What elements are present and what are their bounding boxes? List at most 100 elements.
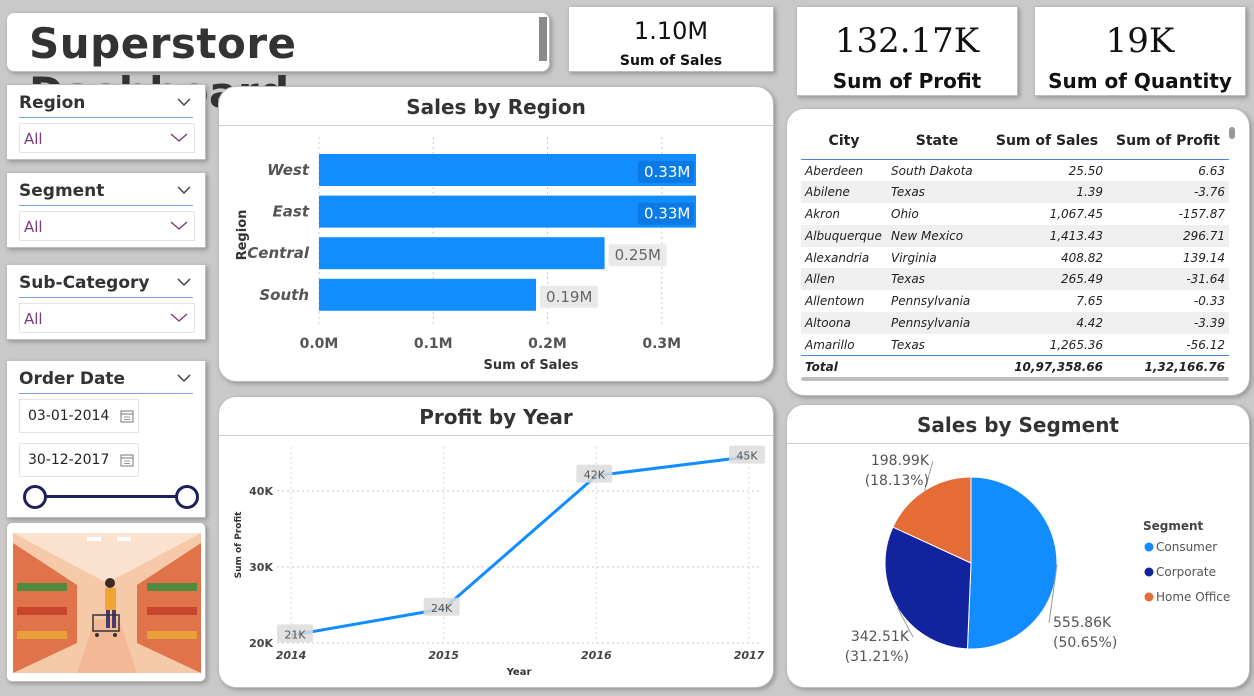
column-header-state[interactable]: State	[887, 129, 987, 160]
bar-central[interactable]	[319, 237, 605, 270]
x-tick-label: 2016	[581, 649, 612, 662]
calendar-icon[interactable]	[120, 453, 134, 467]
table-cell-city: Aberdeen	[805, 163, 864, 178]
table-row[interactable]: Amarillo Texas 1,265.36 -56.12	[801, 334, 1229, 356]
calendar-icon[interactable]	[120, 409, 134, 423]
city-state-table[interactable]: City State Sum of Sales Sum of Profit Ab…	[786, 108, 1250, 396]
slice-value-label: 555.86K	[1053, 615, 1112, 631]
kpi-sales-label: Sum of Sales	[619, 53, 723, 69]
table-header-row: City State Sum of Sales Sum of Profit	[801, 129, 1229, 160]
table-row[interactable]: Abilene Texas 1.39 -3.76	[801, 181, 1229, 204]
date-range-slider-track[interactable]	[35, 495, 187, 498]
kpi-quantity-value: 19K	[1105, 21, 1175, 61]
sales-by-segment-plot: 555.86K (50.65%) 342.51K (31.21%) 198.99K (18…	[845, 453, 1231, 665]
x-tick-label: 2014	[276, 649, 307, 662]
table-row[interactable]: Alexandria Virginia 408.82 139.14	[801, 247, 1229, 269]
chevron-down-icon[interactable]	[177, 275, 191, 289]
start-date-value: 03-01-2014	[28, 408, 110, 424]
legend-item[interactable]: Home Office	[1156, 590, 1230, 604]
table-cell-profit: -157.87	[1178, 206, 1225, 221]
x-tick-label: 0.0M	[300, 336, 339, 352]
data-label: 42K	[584, 469, 606, 482]
table-cell-sales: 4.42	[987, 312, 1108, 334]
chevron-down-icon[interactable]	[177, 95, 191, 109]
sales-by-segment-chart[interactable]: Sales by Segment 555.86K (50.65%) 342.51K(…	[786, 404, 1250, 688]
profit-line-series[interactable]	[290, 455, 750, 637]
total-sales: 10,97,358.66	[987, 355, 1108, 378]
legend-title: Segment	[1143, 519, 1204, 533]
segment-dropdown-value: All	[24, 218, 43, 236]
table-row[interactable]: Altoona Pennsylvania 4.42 -3.39	[801, 312, 1229, 334]
table-row[interactable]: Allentown Pennsylvania 7.65 -0.33	[801, 290, 1229, 312]
slice-percent-label: (50.65%)	[1053, 635, 1117, 651]
chevron-down-icon[interactable]	[177, 371, 191, 385]
table-cell-city: Alexandria	[805, 250, 870, 265]
x-tick-label: 0.3M	[642, 336, 681, 352]
chevron-down-icon[interactable]	[177, 183, 191, 197]
table-cell-city: Altoona	[801, 312, 887, 334]
table-cell-profit: -3.39	[1107, 312, 1229, 334]
table-cell-state: Texas	[887, 268, 987, 291]
table-cell-sales: 7.65	[1076, 294, 1104, 309]
date-slider-start-handle[interactable]	[23, 485, 47, 509]
table-horizontal-scrollbar[interactable]	[801, 377, 1229, 381]
profit-by-year-chart[interactable]: Profit by Year 20K 30K 40K 2014 2015 2016 201…	[218, 396, 774, 688]
region-slicer[interactable]: Region All	[6, 84, 206, 160]
start-date-input[interactable]: 03-01-2014	[19, 399, 139, 433]
region-dropdown[interactable]: All	[19, 123, 195, 153]
x-tick-label: 2015	[428, 649, 459, 662]
table-cell-city: Amarillo	[805, 337, 855, 352]
table-cell-state: Texas	[891, 337, 925, 352]
segment-slicer[interactable]: Segment All	[6, 172, 206, 248]
kpi-profit-label: Sum of Profit	[832, 69, 982, 93]
data-table: City State Sum of Sales Sum of Profit Ab…	[801, 129, 1229, 378]
table-row[interactable]: Albuquerque New Mexico 1,413.43 296.71	[801, 224, 1229, 247]
kpi-sum-of-profit: 132.17K Sum of Profit	[796, 6, 1018, 96]
legend-item[interactable]: Corporate	[1156, 565, 1216, 579]
slicer-divider	[19, 393, 193, 394]
table-cell-sales: 408.82	[1061, 250, 1104, 265]
subcategory-slicer[interactable]: Sub-Category All	[6, 264, 206, 340]
table-cell-profit: 139.14	[1183, 250, 1225, 265]
subcategory-dropdown-value: All	[24, 310, 43, 328]
kpi-sum-of-quantity: 19K Sum of Quantity	[1034, 6, 1246, 96]
table-row[interactable]: Akron Ohio 1,067.45 -157.87	[801, 203, 1229, 225]
x-tick-label: 0.2M	[528, 336, 567, 352]
slicer-divider	[19, 117, 193, 118]
subcategory-dropdown[interactable]: All	[19, 303, 195, 333]
region-dropdown-value: All	[24, 130, 43, 148]
table-cell-profit: -3.76	[1107, 181, 1229, 204]
y-tick-label: 40K	[249, 485, 273, 498]
y-axis-title: Sum of Profit	[234, 511, 244, 579]
y-tick-label: 20K	[249, 637, 273, 650]
segment-dropdown[interactable]: All	[19, 211, 195, 241]
supermarket-illustration	[6, 522, 206, 682]
column-header-sum-of-sales[interactable]: Sum of Sales	[987, 129, 1108, 160]
column-header-sum-of-profit[interactable]: Sum of Profit	[1107, 129, 1229, 160]
table-cell-profit: -31.64	[1107, 268, 1229, 291]
pie-slice-consumer[interactable]	[966, 476, 1058, 650]
order-date-slicer[interactable]: Order Date 03-01-2014 30-12-2017	[6, 360, 206, 518]
slicer-divider	[19, 205, 193, 206]
chevron-down-icon	[170, 133, 188, 142]
legend-item[interactable]: Consumer	[1156, 540, 1217, 554]
segment-slicer-title: Segment	[19, 181, 105, 201]
table-vertical-scrollbar[interactable]	[1229, 127, 1235, 139]
column-header-city[interactable]: City	[801, 129, 887, 160]
bar-south[interactable]	[319, 278, 537, 311]
table-cell-profit: -0.33	[1193, 294, 1225, 309]
table-row[interactable]: Allen Texas 265.49 -31.64	[801, 268, 1229, 291]
region-slicer-title: Region	[19, 93, 86, 113]
category-label: East	[273, 203, 310, 221]
x-tick-label: 0.1M	[414, 336, 453, 352]
subcategory-slicer-title: Sub-Category	[19, 273, 150, 293]
sales-by-region-chart[interactable]: Sales by Region West East Central South 0.3…	[218, 86, 774, 382]
table-cell-sales: 1.39	[987, 181, 1108, 204]
shopper-illustration-image	[7, 523, 205, 681]
legend-marker	[1144, 542, 1154, 552]
end-date-input[interactable]: 30-12-2017	[19, 443, 139, 477]
title-text-cursor	[539, 17, 547, 61]
legend-marker	[1144, 592, 1154, 602]
table-row[interactable]: Aberdeen South Dakota 25.50 6.63	[801, 160, 1229, 182]
date-slider-end-handle[interactable]	[175, 485, 199, 509]
